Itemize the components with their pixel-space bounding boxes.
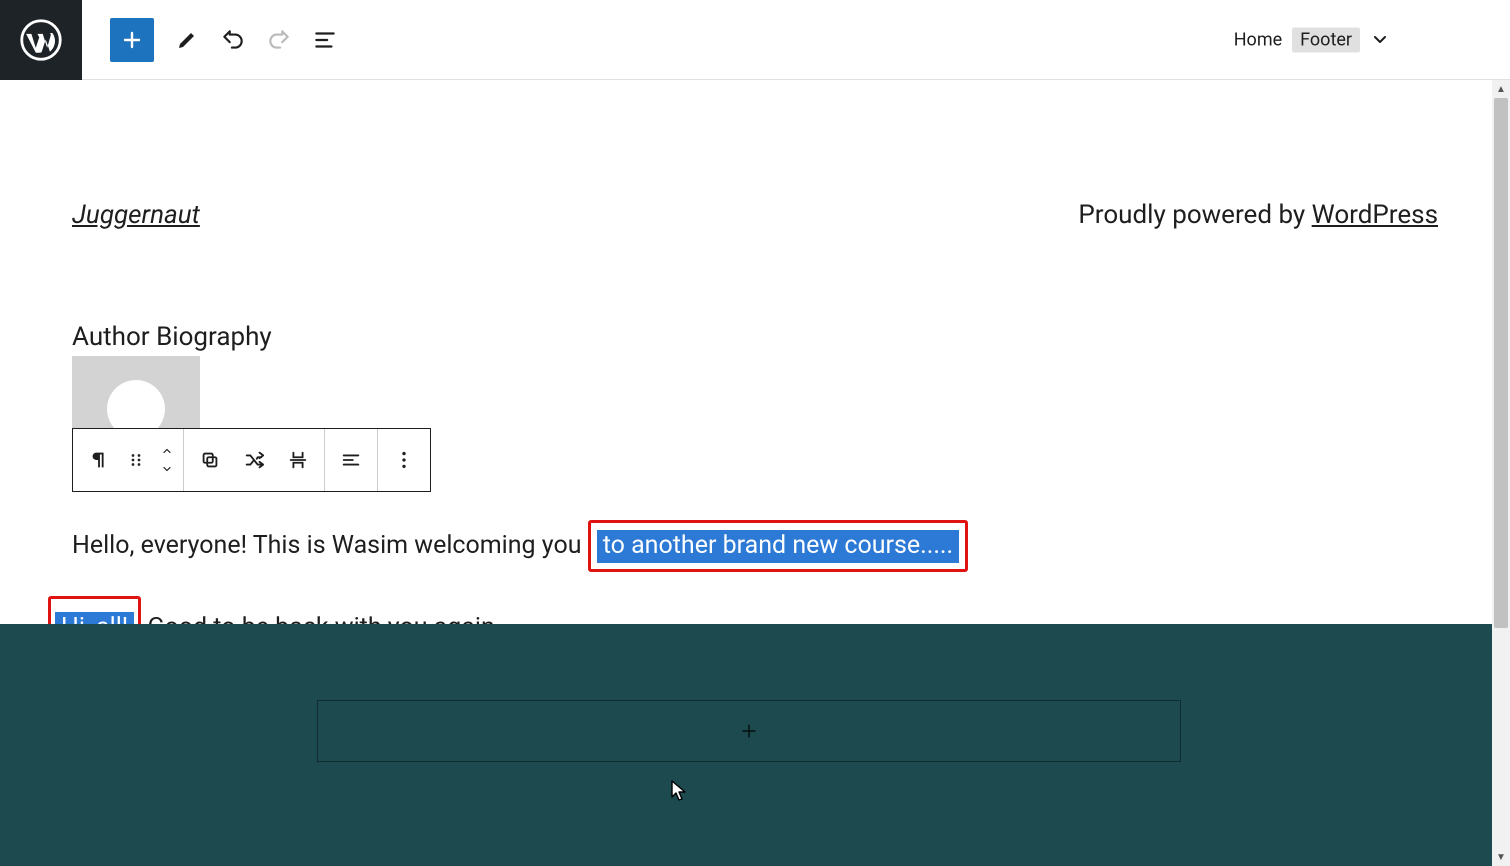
selected-text-1[interactable]: to another brand new course..... [597,530,959,563]
editor-canvas: Juggernaut Proudly powered by WordPress … [0,80,1510,657]
plus-icon [739,721,759,741]
shuffle-button[interactable] [232,436,276,484]
document-outline-button[interactable] [312,27,338,53]
drag-icon [127,451,145,469]
more-options-button[interactable] [382,436,426,484]
breadcrumb-current-badge[interactable]: Footer [1292,27,1360,52]
separator-icon [287,449,309,471]
scroll-track[interactable] [1492,98,1510,848]
block-toolbar [72,428,431,492]
chevron-down-icon [159,463,175,475]
site-title-link[interactable]: Juggernaut [72,200,200,230]
edit-tool-button[interactable] [174,27,200,53]
copy-icon [199,449,221,471]
block-type-button[interactable] [77,436,121,484]
author-avatar[interactable] [72,356,200,428]
chevron-up-icon [159,445,175,457]
undo-icon [220,27,246,53]
editor-top-bar: Home Footer [0,0,1510,80]
wordpress-link[interactable]: WordPress [1312,200,1438,230]
wordpress-logo-icon [20,19,62,61]
breadcrumb[interactable]: Home Footer [1234,27,1390,52]
duplicate-button[interactable] [188,436,232,484]
wp-logo-button[interactable] [0,0,82,80]
move-controls [151,442,183,478]
undo-button[interactable] [220,27,246,53]
block-transform-group [184,429,325,491]
dark-footer-area[interactable] [0,624,1498,866]
breadcrumb-home[interactable]: Home [1234,29,1282,50]
scroll-up-button[interactable]: ▲ [1492,80,1510,98]
bio-paragraph-1[interactable]: Hello, everyone! This is Wasim welcoming… [72,520,1438,572]
scroll-down-button[interactable]: ▼ [1492,848,1510,866]
paragraph-icon [88,449,110,471]
plus-icon [120,28,144,52]
add-block-button[interactable] [110,18,154,62]
align-left-icon [340,449,362,471]
add-block-placeholder[interactable] [317,700,1181,762]
vertical-scrollbar[interactable]: ▲ ▼ [1492,80,1510,866]
scroll-thumb[interactable] [1494,98,1508,628]
powered-prefix: Proudly powered by [1078,200,1311,230]
drag-handle[interactable] [121,436,151,484]
move-up-button[interactable] [159,442,175,460]
block-align-group [325,429,378,491]
powered-by-text: Proudly powered by WordPress [1078,200,1438,230]
toolbar-left-group [110,18,338,62]
highlight-annotation-1: to another brand new course..... [588,520,968,572]
chevron-down-icon[interactable] [1370,30,1390,50]
list-icon [312,27,338,53]
block-type-group [73,429,184,491]
separator-button[interactable] [276,436,320,484]
more-vertical-icon [393,449,415,471]
shuffle-icon [243,449,265,471]
move-down-button[interactable] [159,460,175,478]
avatar-placeholder-icon [107,380,165,428]
paragraph-text: Hello, everyone! This is Wasim welcoming… [72,531,588,560]
author-bio-heading[interactable]: Author Biography [72,322,1438,352]
site-footer-row: Juggernaut Proudly powered by WordPress [0,80,1510,230]
redo-button[interactable] [266,27,292,53]
author-bio-section: Author Biography [0,322,1510,657]
block-more-group [378,429,430,491]
redo-icon [266,27,292,53]
pencil-icon [175,28,199,52]
align-button[interactable] [329,436,373,484]
